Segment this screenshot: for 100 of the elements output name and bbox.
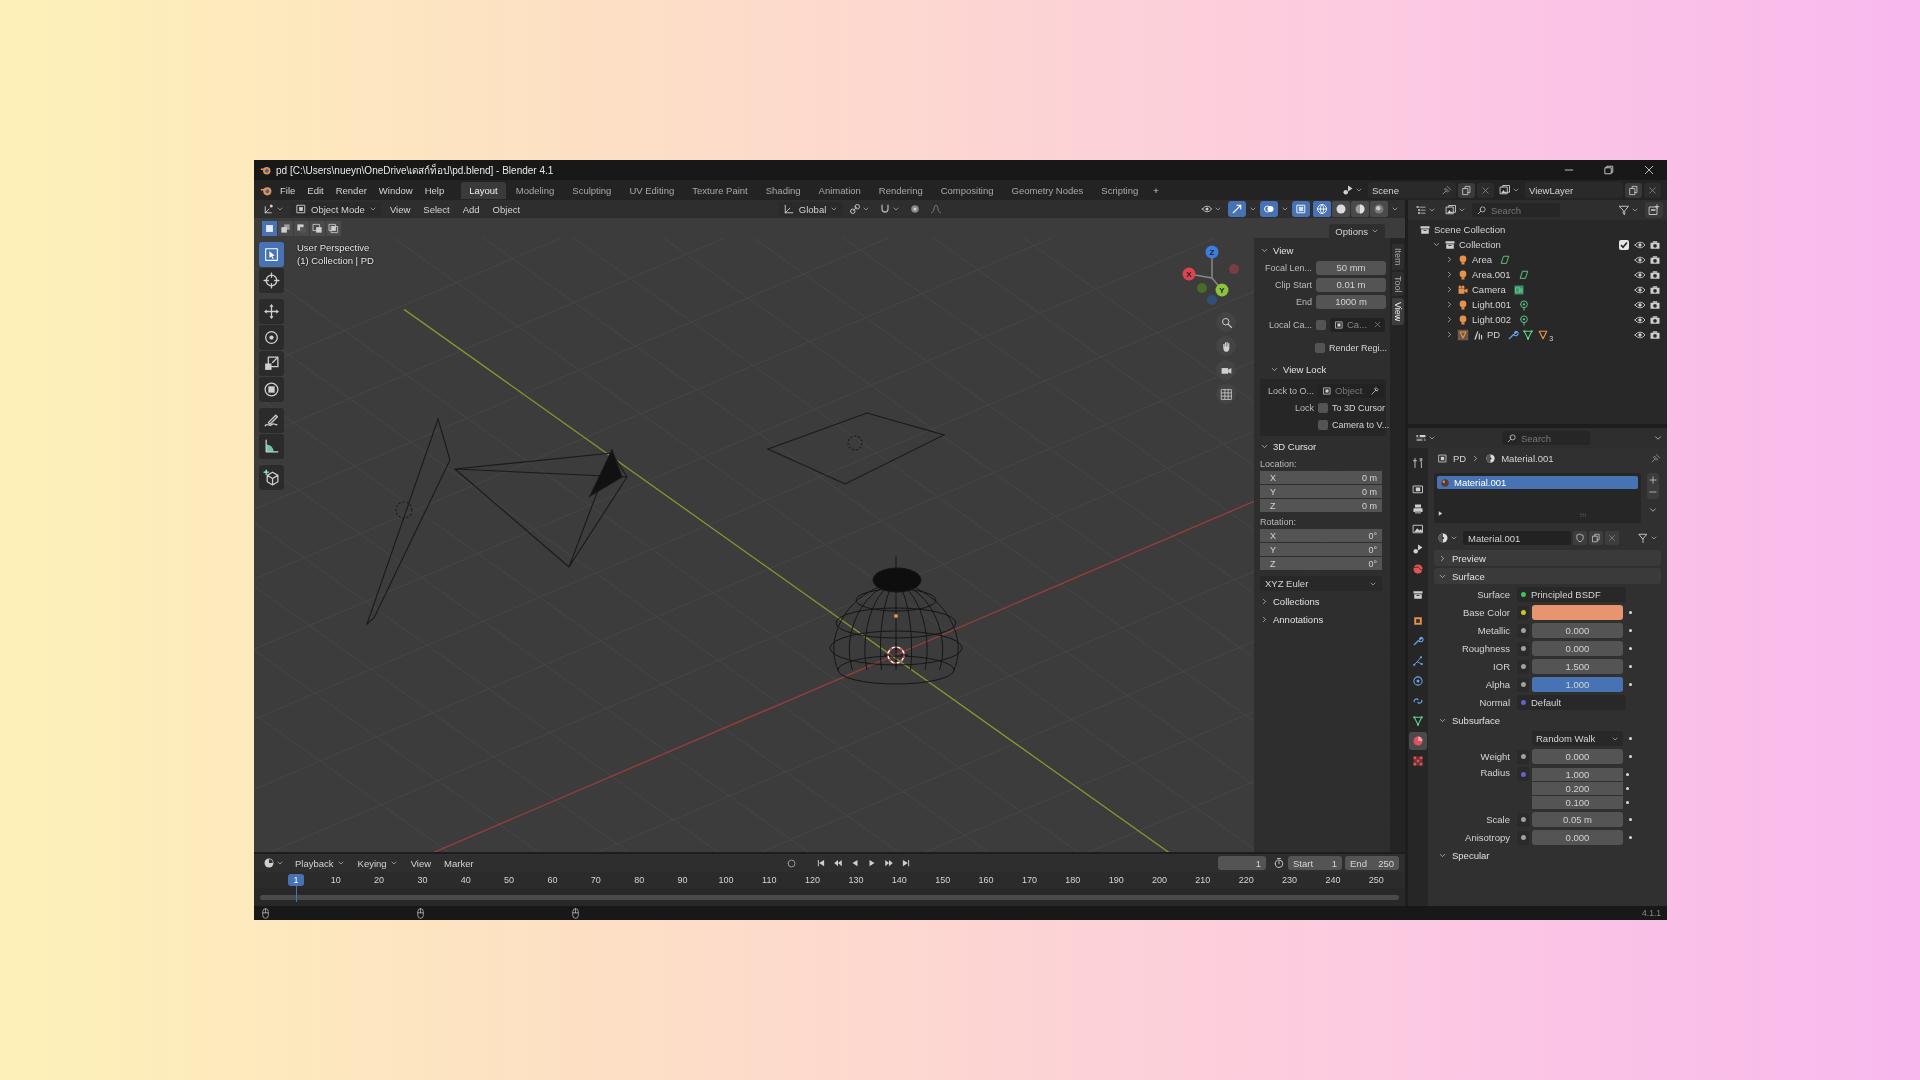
group-label: Rotation: — [1260, 517, 1298, 527]
link-value: Default — [1531, 697, 1562, 708]
material-name-field[interactable]: Material.001 — [1463, 531, 1571, 545]
number-field[interactable]: 1.500 — [1532, 659, 1623, 674]
axis-label: Y — [1270, 544, 1276, 555]
number-field[interactable]: 0.01 m — [1316, 277, 1386, 292]
number-field[interactable]: 50 mm — [1316, 260, 1386, 275]
workspace-tab[interactable]: Layout — [461, 181, 506, 199]
timeline-menu-item[interactable]: Marker — [439, 855, 479, 871]
field-label: Focal Len... — [1263, 262, 1312, 273]
viewport-menu-item[interactable]: View — [384, 201, 416, 217]
menu-item[interactable]: File — [275, 182, 301, 198]
checkbox-label: Camera to V... — [1332, 419, 1390, 430]
add-workspace-button[interactable]: + — [1148, 182, 1164, 198]
number-field[interactable]: Y 0 m — [1260, 485, 1382, 498]
options-dropdown[interactable]: Options — [1329, 223, 1385, 239]
workspace-tab[interactable]: Rendering — [870, 181, 931, 199]
frame-number: 130 — [847, 875, 865, 885]
workspace-tab[interactable]: Modeling — [507, 181, 563, 199]
property-label: Metallic — [1476, 625, 1511, 636]
number-field[interactable]: 0.000 — [1532, 641, 1623, 656]
orientation-dropdown[interactable]: Global — [777, 202, 844, 216]
frame-number: 230 — [1281, 875, 1299, 885]
field-label: Start — [1293, 857, 1314, 869]
frame-number: 170 — [1020, 875, 1038, 885]
sidebar-tab[interactable]: Item — [1391, 244, 1404, 270]
number-field[interactable]: 0.000 — [1532, 830, 1623, 845]
menu-item[interactable]: Window — [373, 182, 418, 198]
workspace-tab[interactable]: Sculpting — [564, 181, 620, 199]
workspace-tab[interactable]: UV Editing — [621, 181, 683, 199]
object-field[interactable]: Object — [1318, 383, 1384, 398]
timeline-menu-item[interactable]: Playback — [290, 855, 350, 871]
field-value: 0 m — [1362, 472, 1377, 483]
frame-number: 60 — [546, 875, 559, 885]
number-field[interactable]: 0.200 — [1532, 781, 1623, 795]
rotation-mode-dropdown[interactable]: XYZ Euler — [1260, 576, 1382, 591]
number-field[interactable]: 1.000 — [1532, 767, 1623, 781]
sidebar-tab[interactable]: Tool — [1391, 271, 1404, 297]
property-label: Radius — [1479, 767, 1511, 778]
number-field[interactable]: 0.000 — [1532, 623, 1623, 638]
number-field[interactable]: Y 0° — [1260, 543, 1382, 556]
camera-field[interactable]: Ca... — [1330, 317, 1385, 332]
end-frame-field[interactable]: End 250 — [1345, 856, 1399, 870]
menu-item[interactable]: Edit — [302, 182, 329, 198]
view-layer-field[interactable]: ViewLayer — [1525, 182, 1623, 198]
menu-item[interactable]: Help — [419, 182, 450, 198]
number-field[interactable]: 0.000 — [1532, 749, 1623, 764]
outliner-item[interactable]: Light.002 — [1472, 314, 1512, 325]
orientation-label: Global — [798, 203, 827, 215]
number-field[interactable]: 1000 m — [1316, 294, 1386, 309]
outliner-item[interactable]: Area — [1472, 254, 1493, 265]
panel-header[interactable]: Surface — [1434, 568, 1661, 584]
panel-header[interactable]: Preview — [1434, 550, 1661, 566]
outliner-item[interactable]: PD — [1487, 329, 1501, 340]
viewport-menu-item[interactable]: Object — [487, 201, 526, 217]
sidebar-tab[interactable]: View — [1391, 298, 1404, 326]
start-frame-field[interactable]: Start 1 — [1288, 856, 1342, 870]
number-field[interactable]: Z 0 m — [1260, 499, 1382, 512]
frame-number: 20 — [373, 875, 386, 885]
workspace-tab[interactable]: Scripting — [1093, 181, 1147, 199]
search-field[interactable]: Search — [1472, 203, 1560, 217]
panel-title: Specular — [1452, 849, 1490, 861]
timeline-menu-item[interactable]: View — [405, 855, 437, 871]
timeline-menu-item[interactable]: Keying — [352, 855, 403, 871]
menu-item[interactable]: Render — [330, 182, 372, 198]
number-field[interactable]: X 0° — [1260, 529, 1382, 542]
workspace-tab[interactable]: Geometry Nodes — [1003, 181, 1092, 199]
playhead[interactable]: 1 — [288, 874, 304, 886]
outliner-item[interactable]: Scene Collection — [1434, 224, 1506, 235]
workspace-tab[interactable]: Texture Paint — [684, 181, 756, 199]
mode-dropdown[interactable]: Object Mode — [290, 202, 382, 216]
outliner-item[interactable]: Area.001 — [1472, 269, 1511, 280]
scene-field[interactable]: Scene — [1368, 182, 1456, 198]
number-field[interactable]: 0.05 m — [1532, 812, 1623, 827]
number-field[interactable]: 0.100 — [1532, 795, 1623, 809]
outliner-item[interactable]: Collection — [1459, 239, 1501, 250]
frame-number: 220 — [1237, 875, 1255, 885]
viewport-menu-item[interactable]: Add — [457, 201, 485, 217]
viewport-menu-item[interactable]: Select — [418, 201, 455, 217]
viewport-info-text: User Perspective — [297, 241, 371, 254]
workspace-tab[interactable]: Shading — [757, 181, 809, 199]
outliner-item[interactable]: Light.001 — [1472, 299, 1512, 310]
frame-number: 200 — [1151, 875, 1168, 885]
method-dropdown[interactable]: Random Walk — [1532, 731, 1623, 746]
workspace-tab[interactable]: Compositing — [932, 181, 1002, 199]
node-link-field[interactable]: Default — [1517, 695, 1626, 710]
number-field[interactable]: X 0 m — [1260, 471, 1382, 484]
outliner-item[interactable]: Camera — [1472, 284, 1506, 295]
slot-name: Material.001 — [1454, 477, 1507, 488]
search-field[interactable]: Search — [1502, 431, 1590, 445]
material-slot[interactable]: Material.001 — [1437, 476, 1638, 489]
field-label: Local Ca... — [1267, 319, 1312, 330]
navigation-gizmo[interactable]: X Y Z — [1182, 244, 1242, 306]
checkbox-label: Render Regi... — [1329, 342, 1388, 353]
current-frame-field[interactable]: 1 — [1218, 856, 1266, 870]
number-field[interactable]: Z 0° — [1260, 557, 1382, 570]
breadcrumb-item: PD — [1453, 452, 1467, 464]
workspace-tab[interactable]: Animation — [810, 181, 869, 199]
node-link-field[interactable]: Principled BSDF — [1517, 587, 1626, 602]
field-value: 0 m — [1362, 500, 1377, 511]
